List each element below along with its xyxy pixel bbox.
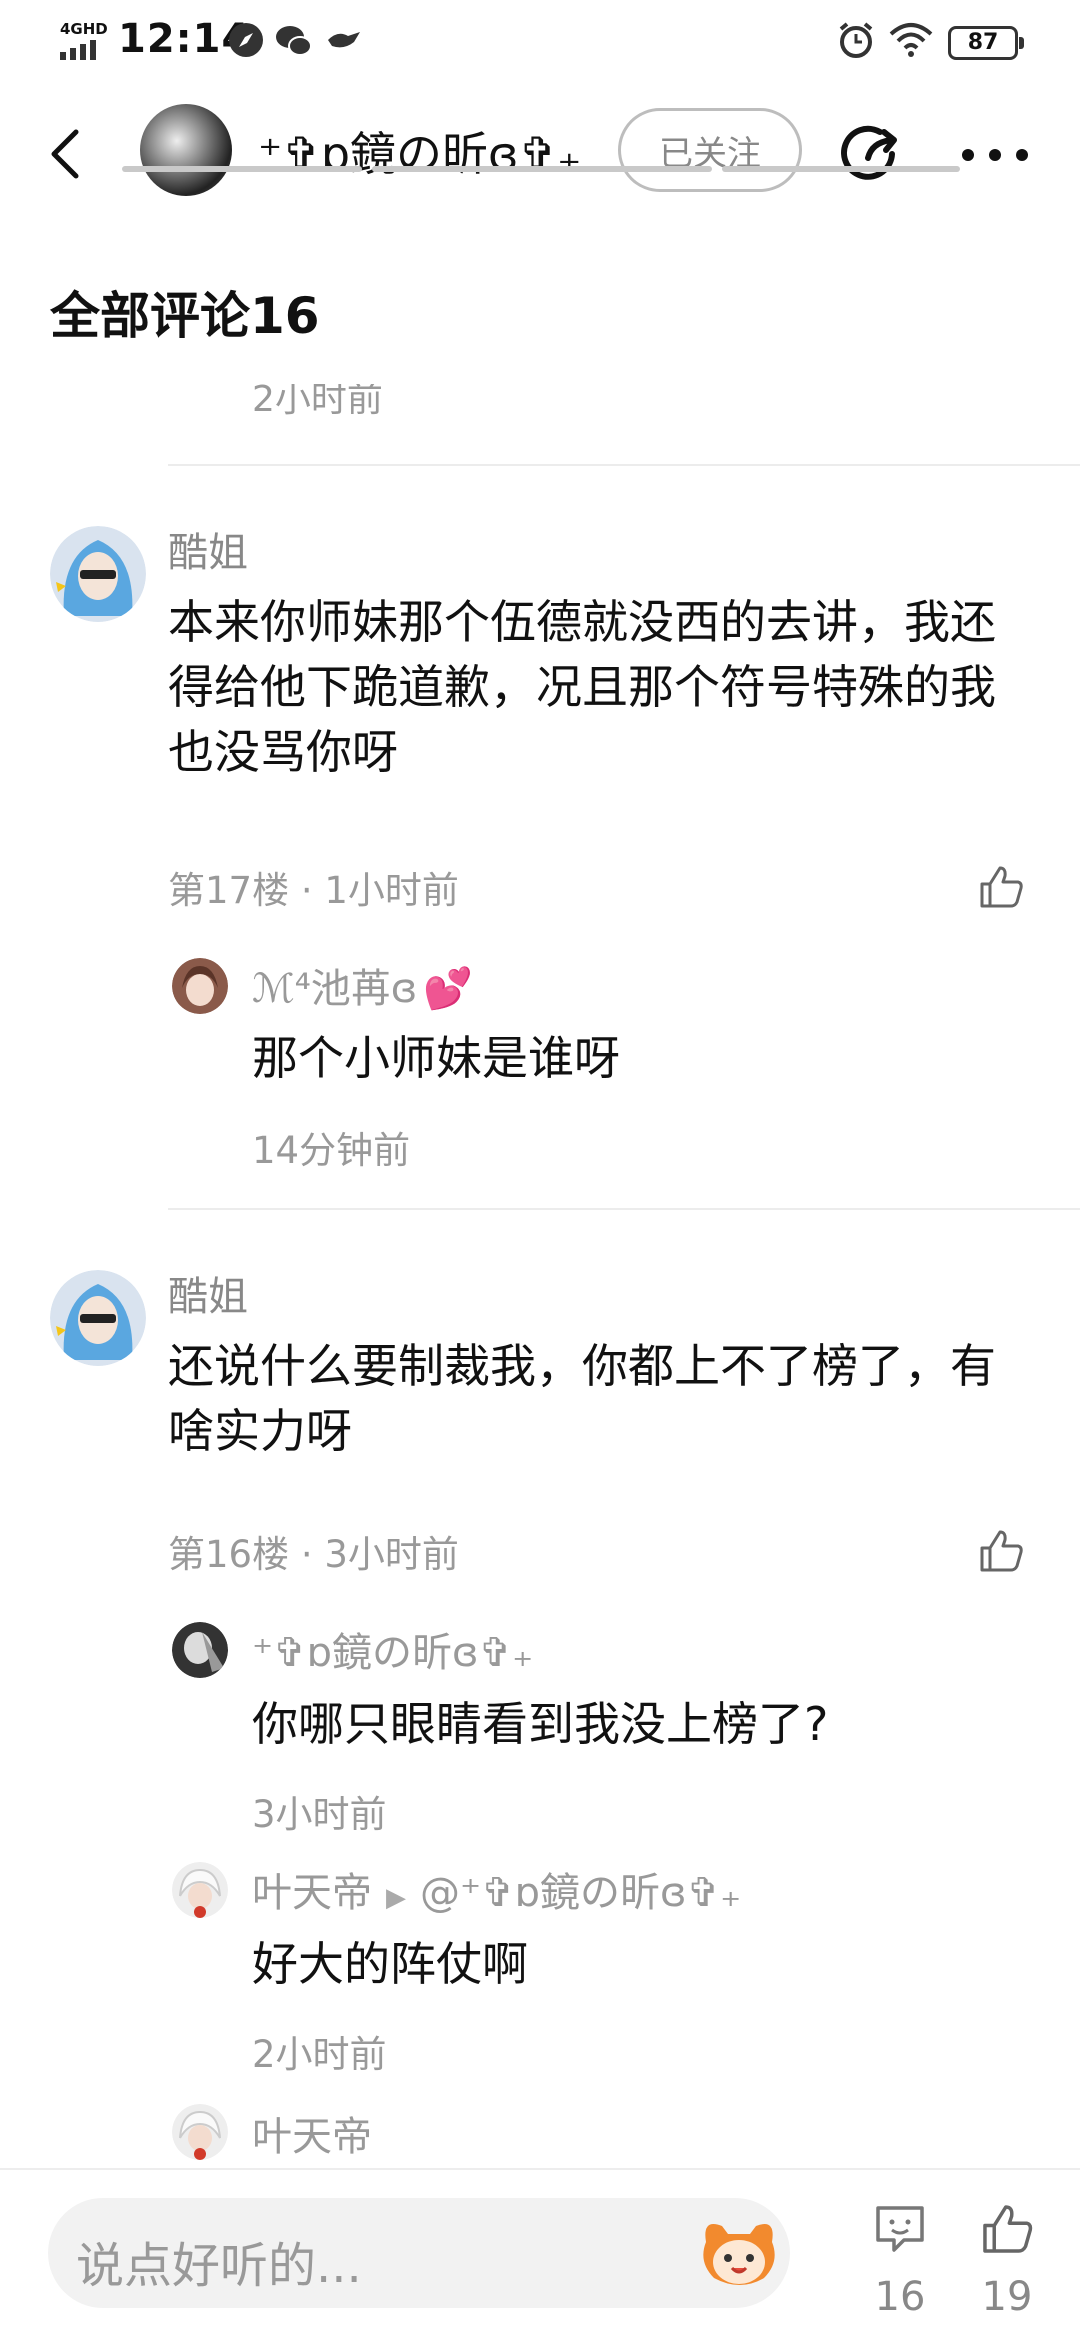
emoji-icon[interactable] — [698, 2212, 780, 2294]
like-icon[interactable] — [978, 2200, 1036, 2258]
reply-author-name: 叶天帝 — [252, 1870, 372, 1916]
bottom-bar: 说点好听的... 16 19 — [0, 2168, 1080, 2342]
comment-meta: 第17楼 · 1小时前 — [168, 869, 459, 912]
reply-author[interactable]: ⁺✞ɒ鏡の昕ɞ✞₊ — [252, 1620, 533, 1678]
reply-avatar[interactable] — [172, 958, 228, 1014]
comment-count: 16 — [874, 2274, 926, 2320]
share-icon[interactable] — [840, 124, 906, 186]
reply-avatar[interactable] — [172, 2104, 228, 2160]
wifi-icon — [889, 23, 933, 57]
compass-icon — [229, 23, 263, 57]
divider — [168, 464, 1080, 466]
commenter-avatar[interactable] — [50, 1270, 146, 1366]
like-icon[interactable] — [976, 862, 1026, 912]
reply-arrow-icon: ▶ — [386, 1883, 406, 1913]
commenter-avatar[interactable] — [50, 526, 146, 622]
network-type: 4GHD — [60, 20, 108, 38]
comment-meta: 第16楼 · 3小时前 — [168, 1533, 459, 1576]
like-icon[interactable] — [976, 1526, 1026, 1576]
reply-avatar[interactable] — [172, 1622, 228, 1678]
reply-time: 2小时前 — [252, 2033, 387, 2076]
comment-author[interactable]: 酷姐 — [168, 1264, 248, 1322]
comment-text: 还说什么要制裁我，你都上不了榜了，有啥实力呀 — [168, 1339, 996, 1458]
reply-author[interactable]: ℳ⁴池苒ɞ 💕 — [252, 956, 473, 1014]
top-bar: ⁺✞ɒ鏡の昕ɞ✞₊ 已关注 — [0, 84, 1080, 224]
divider — [168, 1208, 1080, 1210]
comment-input-placeholder: 说点好听的... — [76, 2238, 362, 2294]
reply-author-name: ℳ⁴池苒ɞ — [252, 966, 418, 1012]
user-name[interactable]: ⁺✞ɒ鏡の昕ɞ✞₊ — [258, 118, 581, 184]
nav-indicator — [372, 166, 712, 172]
reply-target[interactable]: @⁺✞ɒ鏡の昕ɞ✞₊ — [420, 1870, 741, 1916]
comment-icon[interactable] — [872, 2200, 928, 2256]
reply-avatar[interactable] — [172, 1862, 228, 1918]
comment-author[interactable]: 酷姐 — [168, 520, 248, 578]
wechat-icon — [276, 26, 312, 56]
alarm-icon — [839, 22, 873, 58]
user-avatar[interactable] — [140, 104, 232, 196]
status-bar: 4GHD 12:14 87 — [0, 0, 1080, 84]
back-icon[interactable] — [40, 126, 96, 182]
reply-text: 那个小师妹是谁呀 — [252, 1031, 620, 1085]
like-count: 19 — [981, 2274, 1033, 2320]
signal-icon — [60, 40, 96, 60]
battery-indicator: 87 — [948, 26, 1024, 60]
reply-author[interactable]: 叶天帝 ▶ @⁺✞ɒ鏡の昕ɞ✞₊ — [252, 1860, 741, 1918]
hearts-icon: 💕 — [423, 966, 474, 1012]
timestamp: 2小时前 — [252, 384, 383, 420]
comment-input[interactable]: 说点好听的... — [48, 2198, 790, 2308]
nav-indicator — [722, 166, 960, 172]
comment-item: 酷姐 本来你师妹那个伍德就没西的去讲，我还得给他下跪道歉，况且那个符号特殊的我也… — [0, 520, 1080, 1200]
reply-time: 14分钟前 — [252, 1129, 411, 1172]
follow-button[interactable]: 已关注 — [618, 108, 802, 192]
reply-text: 你哪只眼睛看到我没上榜了? — [252, 1697, 829, 1751]
nav-indicator — [122, 166, 362, 172]
bird-icon — [328, 32, 360, 48]
comments-title: 全部评论16 — [50, 287, 320, 345]
reply-text: 好大的阵仗啊 — [252, 1937, 528, 1991]
reply-time: 3小时前 — [252, 1793, 387, 1836]
comment-text: 本来你师妹那个伍德就没西的去讲，我还得给他下跪道歉，况且那个符号特殊的我也没骂你… — [168, 595, 996, 779]
reply-author[interactable]: 叶天帝 — [252, 2104, 372, 2162]
comment-item: 酷姐 还说什么要制裁我，你都上不了榜了，有啥实力呀 第16楼 · 3小时前 ⁺✞… — [0, 1264, 1080, 2164]
more-icon[interactable] — [960, 140, 1030, 170]
